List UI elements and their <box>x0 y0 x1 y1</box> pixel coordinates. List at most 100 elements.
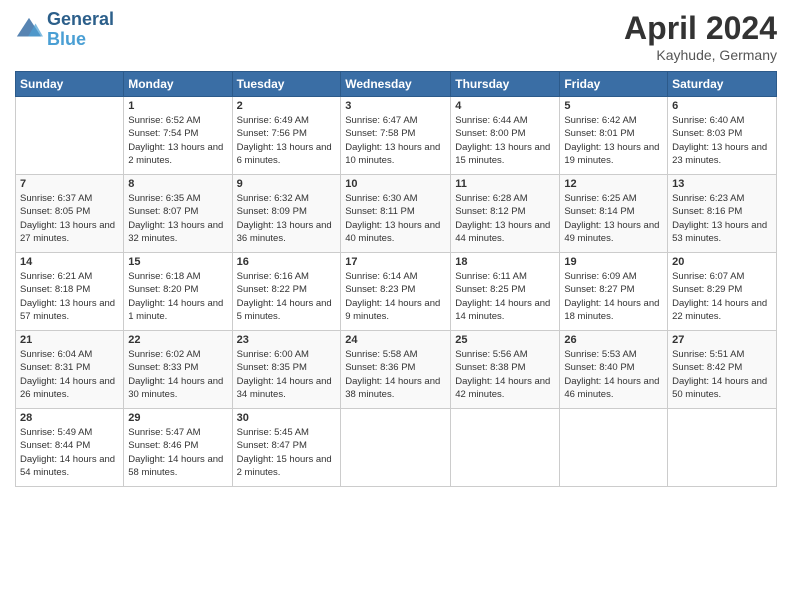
col-friday: Friday <box>560 72 668 97</box>
day-number: 21 <box>20 334 119 346</box>
table-row <box>668 409 777 487</box>
col-sunday: Sunday <box>16 72 124 97</box>
day-number: 16 <box>237 256 337 268</box>
day-number: 14 <box>20 256 119 268</box>
day-info: Sunrise: 5:49 AMSunset: 8:44 PMDaylight:… <box>20 426 119 479</box>
day-number: 28 <box>20 412 119 424</box>
col-saturday: Saturday <box>668 72 777 97</box>
day-info: Sunrise: 5:51 AMSunset: 8:42 PMDaylight:… <box>672 348 772 401</box>
location-subtitle: Kayhude, Germany <box>624 47 777 63</box>
col-tuesday: Tuesday <box>232 72 341 97</box>
day-number: 19 <box>564 256 663 268</box>
day-info: Sunrise: 6:21 AMSunset: 8:18 PMDaylight:… <box>20 270 119 323</box>
day-info: Sunrise: 6:35 AMSunset: 8:07 PMDaylight:… <box>128 192 227 245</box>
table-row: 4 Sunrise: 6:44 AMSunset: 8:00 PMDaylight… <box>451 97 560 175</box>
table-row: 8 Sunrise: 6:35 AMSunset: 8:07 PMDaylight… <box>124 175 232 253</box>
day-number: 6 <box>672 100 772 112</box>
day-info: Sunrise: 5:53 AMSunset: 8:40 PMDaylight:… <box>564 348 663 401</box>
day-info: Sunrise: 6:30 AMSunset: 8:11 PMDaylight:… <box>345 192 446 245</box>
day-number: 17 <box>345 256 446 268</box>
table-row: 10 Sunrise: 6:30 AMSunset: 8:11 PMDayligh… <box>341 175 451 253</box>
table-row: 14 Sunrise: 6:21 AMSunset: 8:18 PMDayligh… <box>16 253 124 331</box>
day-info: Sunrise: 6:02 AMSunset: 8:33 PMDaylight:… <box>128 348 227 401</box>
day-number: 30 <box>237 412 337 424</box>
day-info: Sunrise: 6:32 AMSunset: 8:09 PMDaylight:… <box>237 192 337 245</box>
page: General Blue April 2024 Kayhude, Germany… <box>0 0 792 612</box>
header-row: Sunday Monday Tuesday Wednesday Thursday… <box>16 72 777 97</box>
table-row: 11 Sunrise: 6:28 AMSunset: 8:12 PMDayligh… <box>451 175 560 253</box>
table-row: 12Sunrise: 6:25 AMSunset: 8:14 PMDayligh… <box>560 175 668 253</box>
table-row <box>451 409 560 487</box>
day-info: Sunrise: 6:16 AMSunset: 8:22 PMDaylight:… <box>237 270 337 323</box>
table-row: 18Sunrise: 6:11 AMSunset: 8:25 PMDayligh… <box>451 253 560 331</box>
table-row: 1 Sunrise: 6:52 AMSunset: 7:54 PMDaylight… <box>124 97 232 175</box>
day-number: 20 <box>672 256 772 268</box>
title-area: April 2024 Kayhude, Germany <box>624 10 777 63</box>
col-thursday: Thursday <box>451 72 560 97</box>
week-row-3: 21 Sunrise: 6:04 AMSunset: 8:31 PMDayligh… <box>16 331 777 409</box>
calendar-table: Sunday Monday Tuesday Wednesday Thursday… <box>15 71 777 487</box>
day-number: 1 <box>128 100 227 112</box>
day-number: 8 <box>128 178 227 190</box>
day-number: 3 <box>345 100 446 112</box>
day-info: Sunrise: 6:52 AMSunset: 7:54 PMDaylight:… <box>128 114 227 167</box>
table-row: 28 Sunrise: 5:49 AMSunset: 8:44 PMDayligh… <box>16 409 124 487</box>
day-number: 10 <box>345 178 446 190</box>
table-row: 3 Sunrise: 6:47 AMSunset: 7:58 PMDaylight… <box>341 97 451 175</box>
day-info: Sunrise: 6:47 AMSunset: 7:58 PMDaylight:… <box>345 114 446 167</box>
table-row: 30 Sunrise: 5:45 AMSunset: 8:47 PMDayligh… <box>232 409 341 487</box>
table-row: 20 Sunrise: 6:07 AMSunset: 8:29 PMDayligh… <box>668 253 777 331</box>
day-number: 13 <box>672 178 772 190</box>
day-number: 29 <box>128 412 227 424</box>
table-row: 27 Sunrise: 5:51 AMSunset: 8:42 PMDayligh… <box>668 331 777 409</box>
day-info: Sunrise: 6:25 AMSunset: 8:14 PMDaylight:… <box>564 192 663 245</box>
day-info: Sunrise: 6:28 AMSunset: 8:12 PMDaylight:… <box>455 192 555 245</box>
header: General Blue April 2024 Kayhude, Germany <box>15 10 777 63</box>
table-row: 19 Sunrise: 6:09 AMSunset: 8:27 PMDayligh… <box>560 253 668 331</box>
day-number: 18 <box>455 256 555 268</box>
day-info: Sunrise: 6:14 AMSunset: 8:23 PMDaylight:… <box>345 270 446 323</box>
week-row-0: 1 Sunrise: 6:52 AMSunset: 7:54 PMDaylight… <box>16 97 777 175</box>
day-info: Sunrise: 5:45 AMSunset: 8:47 PMDaylight:… <box>237 426 337 479</box>
table-row: 26 Sunrise: 5:53 AMSunset: 8:40 PMDayligh… <box>560 331 668 409</box>
day-info: Sunrise: 6:04 AMSunset: 8:31 PMDaylight:… <box>20 348 119 401</box>
month-title: April 2024 <box>624 10 777 47</box>
day-number: 26 <box>564 334 663 346</box>
table-row <box>341 409 451 487</box>
table-row: 21 Sunrise: 6:04 AMSunset: 8:31 PMDayligh… <box>16 331 124 409</box>
table-row: 13Sunrise: 6:23 AMSunset: 8:16 PMDayligh… <box>668 175 777 253</box>
day-number: 5 <box>564 100 663 112</box>
table-row: 5 Sunrise: 6:42 AMSunset: 8:01 PMDaylight… <box>560 97 668 175</box>
day-number: 2 <box>237 100 337 112</box>
day-info: Sunrise: 6:42 AMSunset: 8:01 PMDaylight:… <box>564 114 663 167</box>
day-number: 15 <box>128 256 227 268</box>
day-number: 4 <box>455 100 555 112</box>
table-row: 16 Sunrise: 6:16 AMSunset: 8:22 PMDayligh… <box>232 253 341 331</box>
day-number: 11 <box>455 178 555 190</box>
day-info: Sunrise: 6:37 AMSunset: 8:05 PMDaylight:… <box>20 192 119 245</box>
logo-text: General Blue <box>47 10 114 50</box>
day-number: 27 <box>672 334 772 346</box>
week-row-1: 7 Sunrise: 6:37 AMSunset: 8:05 PMDaylight… <box>16 175 777 253</box>
table-row: 24Sunrise: 5:58 AMSunset: 8:36 PMDayligh… <box>341 331 451 409</box>
day-info: Sunrise: 6:00 AMSunset: 8:35 PMDaylight:… <box>237 348 337 401</box>
table-row <box>16 97 124 175</box>
table-row: 25Sunrise: 5:56 AMSunset: 8:38 PMDayligh… <box>451 331 560 409</box>
table-row: 23 Sunrise: 6:00 AMSunset: 8:35 PMDayligh… <box>232 331 341 409</box>
table-row <box>560 409 668 487</box>
day-number: 7 <box>20 178 119 190</box>
week-row-2: 14 Sunrise: 6:21 AMSunset: 8:18 PMDayligh… <box>16 253 777 331</box>
day-number: 24 <box>345 334 446 346</box>
col-monday: Monday <box>124 72 232 97</box>
day-info: Sunrise: 6:44 AMSunset: 8:00 PMDaylight:… <box>455 114 555 167</box>
day-info: Sunrise: 5:56 AMSunset: 8:38 PMDaylight:… <box>455 348 555 401</box>
col-wednesday: Wednesday <box>341 72 451 97</box>
logo-icon <box>15 16 43 44</box>
table-row: 2 Sunrise: 6:49 AMSunset: 7:56 PMDaylight… <box>232 97 341 175</box>
day-number: 23 <box>237 334 337 346</box>
day-info: Sunrise: 6:09 AMSunset: 8:27 PMDaylight:… <box>564 270 663 323</box>
day-info: Sunrise: 6:07 AMSunset: 8:29 PMDaylight:… <box>672 270 772 323</box>
day-info: Sunrise: 6:49 AMSunset: 7:56 PMDaylight:… <box>237 114 337 167</box>
table-row: 22Sunrise: 6:02 AMSunset: 8:33 PMDayligh… <box>124 331 232 409</box>
week-row-4: 28 Sunrise: 5:49 AMSunset: 8:44 PMDayligh… <box>16 409 777 487</box>
